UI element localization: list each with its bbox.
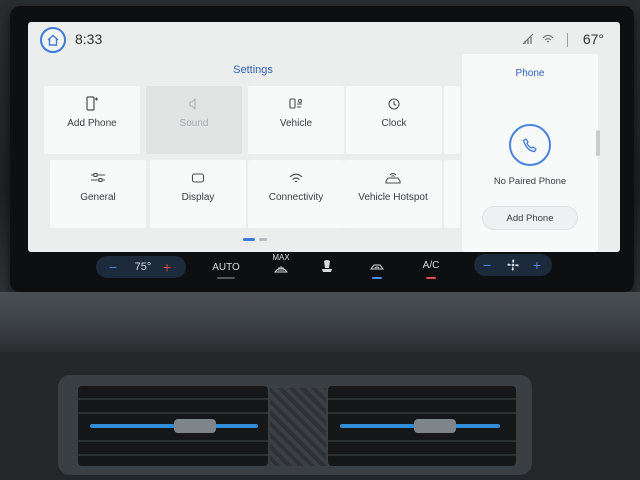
status-icons [522, 33, 554, 45]
max-defrost-label: MAX [272, 252, 290, 262]
tile-clock[interactable]: Clock [346, 86, 442, 154]
tile-vehicle[interactable]: Vehicle [248, 86, 344, 154]
recirculation-indicator [372, 277, 382, 279]
vent-slat [328, 412, 516, 414]
tile-general[interactable]: General [50, 160, 146, 228]
infotainment-screen: 8:33 67° Settings Add Phone Sound Vehicl… [28, 22, 620, 252]
page-dot-active [243, 238, 255, 241]
tile-label: Display [181, 192, 215, 203]
left-air-vent[interactable] [78, 386, 268, 466]
tile-partial[interactable] [444, 86, 460, 154]
wifi-icon [289, 173, 303, 183]
tile-label: Clock [381, 118, 407, 129]
clock-icon [388, 98, 400, 110]
heated-seat-button[interactable] [314, 256, 340, 276]
climate-bar: − 75° + AUTO MAX A/C − + [28, 252, 620, 284]
tile-label: Vehicle Hotspot [358, 192, 428, 203]
ac-button[interactable]: A/C [416, 256, 446, 274]
vent-adjust-knob[interactable] [174, 419, 216, 433]
sliders-icon [91, 173, 105, 182]
status-divider [567, 33, 568, 47]
speaker-icon [189, 97, 196, 111]
fan-up-button[interactable]: + [530, 256, 544, 274]
add-phone-icon [86, 96, 98, 111]
page-indicator [243, 238, 267, 241]
tile-sound[interactable]: Sound [146, 86, 242, 154]
recirculation-button[interactable] [364, 258, 390, 276]
vent-slat [78, 412, 268, 414]
signal-icon [522, 33, 534, 45]
tile-label: Sound [179, 118, 209, 129]
home-button[interactable] [40, 27, 66, 53]
auto-button[interactable]: AUTO [206, 258, 246, 276]
driver-temp: 75° [134, 261, 152, 273]
recirculation-icon [370, 264, 384, 270]
panel-scroll-handle[interactable] [596, 130, 600, 156]
tile-label: Connectivity [268, 192, 324, 203]
settings-title: Settings [233, 64, 273, 76]
wifi-status-icon [542, 34, 554, 43]
vent-slat [328, 440, 516, 442]
home-icon [47, 34, 59, 46]
tile-add-phone[interactable]: Add Phone [44, 86, 140, 154]
vehicle-icon [289, 98, 302, 109]
fan-icon [507, 259, 519, 271]
car-interior: 8:33 67° Settings Add Phone Sound Vehicl… [0, 0, 640, 480]
clock: 8:33 [75, 31, 103, 47]
vent-center-divider [270, 388, 326, 466]
tile-label: General [80, 192, 116, 203]
no-paired-phone-text: No Paired Phone [493, 176, 567, 187]
vent-slat [328, 398, 516, 400]
tile-label: Add Phone [67, 118, 117, 129]
fan-speed-indicator [504, 256, 522, 274]
temp-down-button[interactable]: − [106, 258, 120, 276]
heated-seat-icon [322, 260, 332, 272]
auto-indicator [217, 277, 235, 279]
max-defrost-button[interactable] [266, 262, 296, 276]
front-defrost-icon [274, 266, 288, 273]
phone-panel-title: Phone [515, 68, 545, 79]
vent-slat [78, 454, 268, 456]
add-phone-button[interactable]: Add Phone [482, 206, 578, 230]
right-air-vent[interactable] [328, 386, 516, 466]
phone-call-button[interactable] [509, 124, 551, 166]
vent-slat [78, 398, 268, 400]
tile-connectivity[interactable]: Connectivity [248, 160, 344, 228]
display-icon [191, 173, 205, 183]
vent-slat [328, 454, 516, 456]
tile-display[interactable]: Display [150, 160, 246, 228]
ac-indicator [426, 277, 436, 279]
vent-adjust-knob[interactable] [414, 419, 456, 433]
tile-vehicle-hotspot[interactable]: Vehicle Hotspot [344, 160, 442, 228]
tile-label: Vehicle [279, 118, 313, 129]
tile-partial[interactable] [444, 160, 460, 228]
outside-temperature: 67° [582, 31, 604, 47]
dashboard-trim [0, 292, 640, 352]
temp-up-button[interactable]: + [160, 258, 174, 276]
page-dot [259, 238, 267, 241]
vent-slat [78, 440, 268, 442]
phone-handset-icon [522, 138, 537, 153]
hotspot-icon [385, 173, 401, 184]
phone-panel: Phone No Paired Phone Add Phone [462, 54, 598, 252]
status-bar: 8:33 67° [28, 22, 620, 56]
fan-down-button[interactable]: − [480, 256, 494, 274]
